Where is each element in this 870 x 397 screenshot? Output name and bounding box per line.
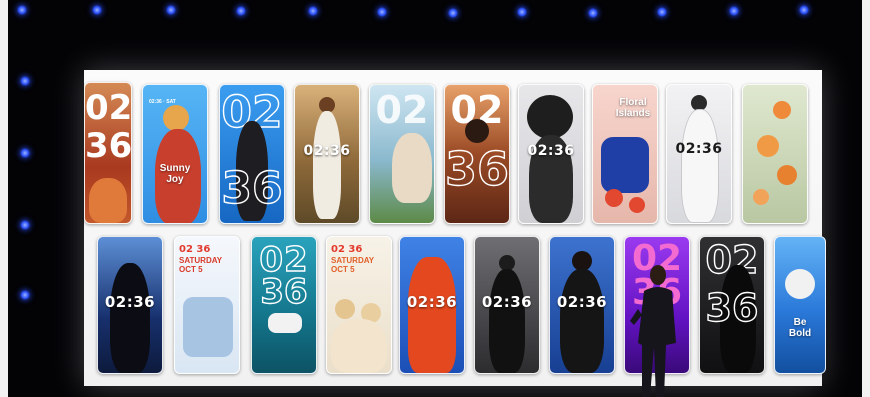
stage-light-icon [799, 5, 809, 15]
stage-light-icon [729, 6, 739, 16]
stage-light-icon [166, 5, 176, 15]
clock-time: 02:36 [406, 293, 458, 311]
person-figure [313, 111, 341, 219]
stage-background: 02 36 02:36 · SAT Sunny Joy 02 36 02:36 … [0, 0, 870, 397]
stage-light-icon [448, 8, 458, 18]
stage-light-icon [236, 6, 246, 16]
wallpaper-card-16: 02:36 [474, 236, 540, 374]
person-figure [392, 133, 432, 203]
card-label: Floral Islands [615, 97, 651, 119]
boat-shape [268, 313, 302, 333]
dress-figure [408, 257, 456, 373]
clock-hours: 02 [85, 88, 132, 128]
wallpaper-card-9: 02:36 [666, 84, 732, 224]
clock-time: 02 36 [331, 244, 363, 255]
stage-light-icon [92, 5, 102, 15]
clock-time: 02:36 [303, 143, 351, 159]
wallpaper-card-5: 02 [369, 84, 435, 224]
stage-light-icon [20, 76, 30, 86]
clock-time: 02:36 [527, 143, 575, 159]
wallpaper-card-20: Be Bold [774, 236, 826, 374]
flower-icon [777, 165, 797, 185]
stage-light-icon [588, 8, 598, 18]
card-label: Sunny Joy [159, 163, 191, 185]
clock-time: 02 36 [179, 244, 211, 255]
card-date: SATURDAY OCT 5 [179, 256, 223, 274]
flower-icon [629, 197, 645, 213]
stage-light-icon [517, 7, 527, 17]
stage-light-icon [657, 7, 667, 17]
stage-light-icon [308, 6, 318, 16]
stage-light-icon [20, 148, 30, 158]
card-date: SATURDAY OCT 5 [331, 256, 375, 274]
stage-light-icon [377, 7, 387, 17]
clock-time: 02:36 [104, 293, 156, 311]
wallpaper-card-13: 02 36 [251, 236, 317, 374]
children-figure [331, 319, 387, 373]
card-date: 02:36 · SAT [149, 99, 176, 105]
wallpaper-card-19: 02 36 [699, 236, 765, 374]
wallpaper-card-15: 02:36 [399, 236, 465, 374]
wallpaper-card-7: 02:36 [518, 84, 584, 224]
person-figure [110, 263, 150, 373]
clock-hours: 02 [259, 240, 309, 280]
left-frame-edge [0, 0, 8, 397]
person-figure [560, 269, 604, 373]
splash-shape [785, 269, 815, 299]
wallpaper-card-17: 02:36 [549, 236, 615, 374]
child-head [335, 299, 355, 319]
wallpaper-card-14: 02 36 SATURDAY OCT 5 [326, 236, 392, 374]
stage-light-icon [20, 290, 30, 300]
flower-icon [753, 189, 769, 205]
flower-icon [757, 135, 779, 157]
person-head [572, 251, 592, 271]
wallpaper-card-12: 02 36 SATURDAY OCT 5 [174, 236, 240, 374]
snow-slope [183, 297, 233, 357]
presenter-figure [630, 265, 676, 397]
wallpaper-card-1: 02 36 [84, 82, 132, 224]
wallpaper-card-6: 02 36 [444, 84, 510, 224]
person-head [163, 105, 189, 131]
wallpaper-card-4: 02:36 [294, 84, 360, 224]
person-hair [527, 95, 573, 139]
person-figure [681, 109, 719, 223]
presentation-screen: 02 36 02:36 · SAT Sunny Joy 02 36 02:36 … [84, 70, 826, 386]
wallpaper-card-2: 02:36 · SAT Sunny Joy [142, 84, 208, 224]
flower-shape [89, 178, 127, 223]
clock-hours: 02 [375, 88, 429, 132]
stage-light-icon [20, 220, 30, 230]
wallpaper-card-8: Floral Islands [592, 84, 658, 224]
wallpaper-card-3: 02 36 [219, 84, 285, 224]
wallpaper-card-10 [742, 84, 808, 224]
clock-minutes: 36 [445, 142, 510, 196]
wallpaper-card-11: 02:36 [97, 236, 163, 374]
clock-minutes: 36 [705, 286, 759, 330]
person-figure [489, 269, 525, 373]
right-frame-edge [862, 0, 870, 397]
clock-minutes: 36 [221, 163, 284, 214]
clock-minutes: 36 [260, 272, 309, 312]
clock-time: 02:36 [556, 293, 608, 311]
dress-shape [601, 137, 649, 193]
card-label: Be Bold [788, 317, 812, 339]
person-head [465, 119, 489, 143]
clock-time: 02:36 [481, 293, 533, 311]
stage-light-icon [17, 5, 27, 15]
flower-icon [605, 189, 623, 207]
clock-time: 02:36 [675, 141, 723, 157]
flower-icon [773, 101, 791, 119]
clock-minutes: 36 [85, 126, 132, 166]
